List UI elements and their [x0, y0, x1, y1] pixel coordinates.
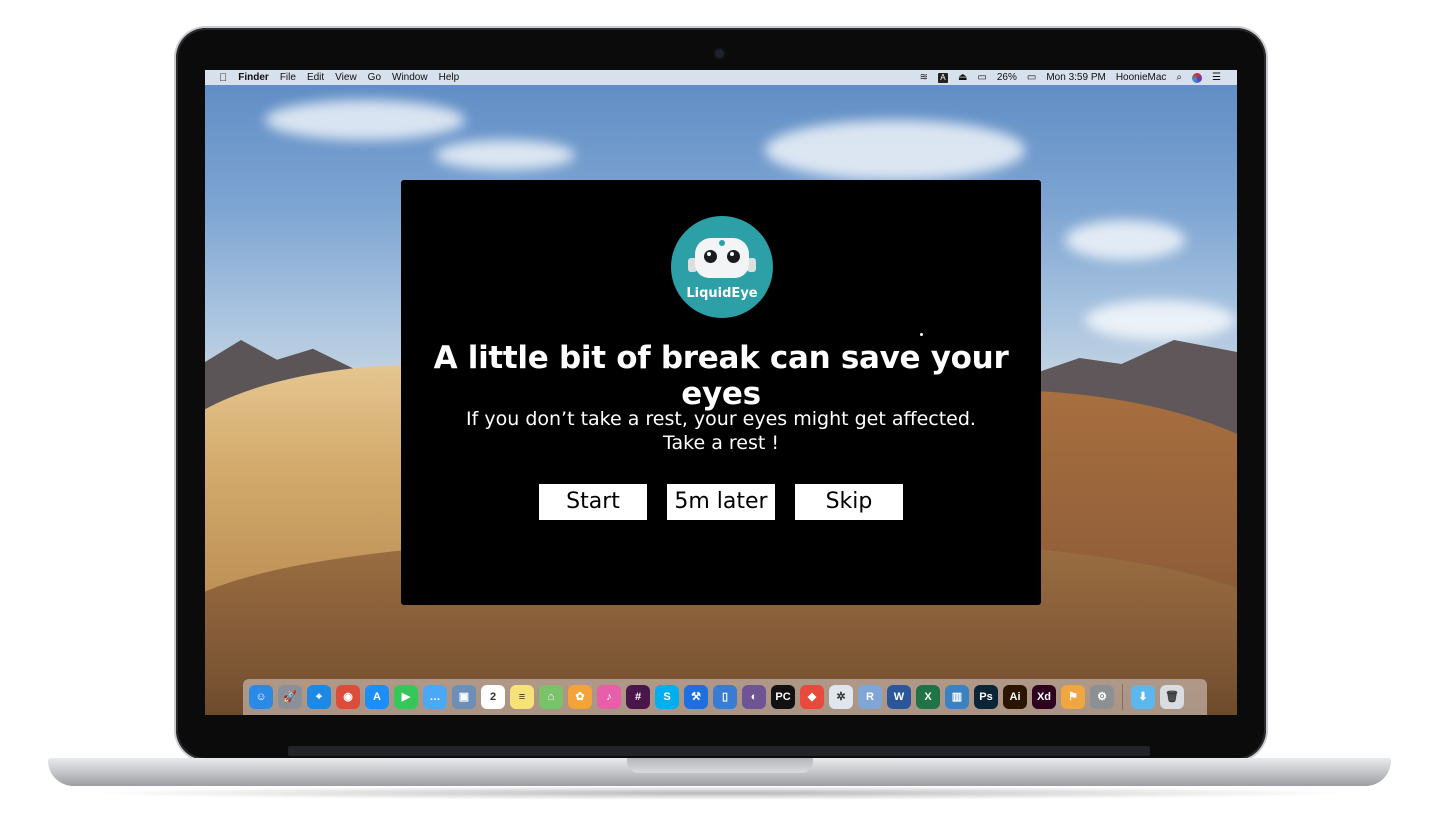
battery-percent[interactable]: 26%	[997, 72, 1017, 83]
facetime-icon[interactable]: ▶	[394, 685, 418, 709]
skip-button[interactable]: Skip	[795, 484, 903, 520]
safari-icon[interactable]: ⌖	[307, 685, 331, 709]
snooze-5m-button[interactable]: 5m later	[667, 484, 775, 520]
menu-app-name[interactable]: Finder	[238, 72, 269, 83]
messages-icon[interactable]: …	[423, 685, 447, 709]
cursor-dot	[920, 333, 923, 336]
git-client-icon[interactable]: ◆	[800, 685, 824, 709]
start-button[interactable]: Start	[539, 484, 647, 520]
laptop-shadow	[80, 786, 1360, 800]
itunes-icon[interactable]: ♪	[597, 685, 621, 709]
excel-icon[interactable]: X	[916, 685, 940, 709]
system-preferences-icon[interactable]: ⚙	[1090, 685, 1114, 709]
cloud	[1085, 300, 1235, 340]
app-store-icon[interactable]: A	[365, 685, 389, 709]
cloud	[1065, 220, 1185, 260]
airplay-icon[interactable]: ▭	[977, 70, 986, 85]
robot-face-icon	[695, 238, 749, 278]
menu-bar:  Finder File Edit View Go Window Help ≋…	[205, 70, 1237, 85]
notes-icon[interactable]: ≡	[510, 685, 534, 709]
launchpad-icon[interactable]: 🚀	[278, 685, 302, 709]
adobe-xd-icon[interactable]: Xd	[1032, 685, 1056, 709]
input-source-icon[interactable]: A	[937, 72, 948, 83]
preview-icon[interactable]: ▣	[452, 685, 476, 709]
spotlight-search-icon[interactable]: ⌕	[1176, 70, 1182, 85]
battery-icon[interactable]: ▭	[1027, 70, 1036, 85]
fish-app-icon[interactable]: ⚑	[1061, 685, 1085, 709]
laptop-hinge	[288, 746, 1150, 756]
cloud	[265, 100, 465, 140]
menu-go[interactable]: Go	[368, 72, 381, 83]
siri-icon[interactable]	[1192, 72, 1203, 83]
file-manager-icon[interactable]: ▥	[945, 685, 969, 709]
cloud	[765, 120, 1025, 180]
slack-icon[interactable]: #	[626, 685, 650, 709]
dock-separator	[1122, 684, 1123, 710]
modal-headline: A little bit of break can save your eyes	[433, 340, 1009, 412]
dock: ☺ 🚀 ⌖ ◉ A ▶… ▣ 2 ≡ ⌂ ✿ ♪ # S ⚒ ▯ ◐ PC ◆ ✲ R W X ▥ Ps Ai Xd ⚑ ⚙ ⬇ 🗑	[243, 679, 1207, 715]
r-lang-icon[interactable]: R	[858, 685, 882, 709]
break-reminder-modal: LiquidEye A little bit of break can save…	[401, 180, 1041, 605]
camera	[715, 49, 724, 58]
robot-antenna-icon	[719, 240, 725, 246]
eject-icon[interactable]: ⏏	[958, 70, 967, 85]
laptop-notch	[627, 758, 813, 773]
menu-file[interactable]: File	[280, 72, 296, 83]
clock[interactable]: Mon 3:59 PM	[1046, 72, 1105, 83]
modal-message: If you don’t take a rest, your eyes migh…	[401, 407, 1041, 455]
photos-icon[interactable]: ✿	[568, 685, 592, 709]
menu-help[interactable]: Help	[439, 72, 460, 83]
photoshop-icon[interactable]: Ps	[974, 685, 998, 709]
chrome-icon[interactable]: ◉	[336, 685, 360, 709]
menu-window[interactable]: Window	[392, 72, 428, 83]
pycharm-icon[interactable]: PC	[771, 685, 795, 709]
menu-edit[interactable]: Edit	[307, 72, 324, 83]
notification-center-icon[interactable]: ☰	[1212, 70, 1221, 85]
calendar-icon[interactable]: 2	[481, 685, 505, 709]
cloud	[435, 140, 575, 170]
finder-icon[interactable]: ☺	[249, 685, 273, 709]
user-name[interactable]: HoonieMac	[1116, 72, 1167, 83]
message-line-1: If you don’t take a rest, your eyes migh…	[466, 408, 976, 430]
simulator-icon[interactable]: ▯	[713, 685, 737, 709]
network-tool-icon[interactable]: ✲	[829, 685, 853, 709]
wifi-icon[interactable]: ≋	[920, 70, 928, 85]
skype-icon[interactable]: S	[655, 685, 679, 709]
liquideye-logo: LiquidEye	[671, 216, 773, 318]
robot-eye-icon	[727, 250, 740, 263]
illustrator-icon[interactable]: Ai	[1003, 685, 1027, 709]
robot-eye-icon	[704, 250, 717, 263]
github-icon[interactable]: ◐	[742, 685, 766, 709]
word-icon[interactable]: W	[887, 685, 911, 709]
trash-icon[interactable]: 🗑	[1160, 685, 1184, 709]
maps-icon[interactable]: ⌂	[539, 685, 563, 709]
menu-view[interactable]: View	[335, 72, 357, 83]
message-line-2: Take a rest !	[663, 432, 779, 454]
xcode-icon[interactable]: ⚒	[684, 685, 708, 709]
downloads-folder-icon[interactable]: ⬇	[1131, 685, 1155, 709]
logo-text: LiquidEye	[686, 286, 758, 301]
apple-menu-icon[interactable]: 	[219, 72, 227, 84]
